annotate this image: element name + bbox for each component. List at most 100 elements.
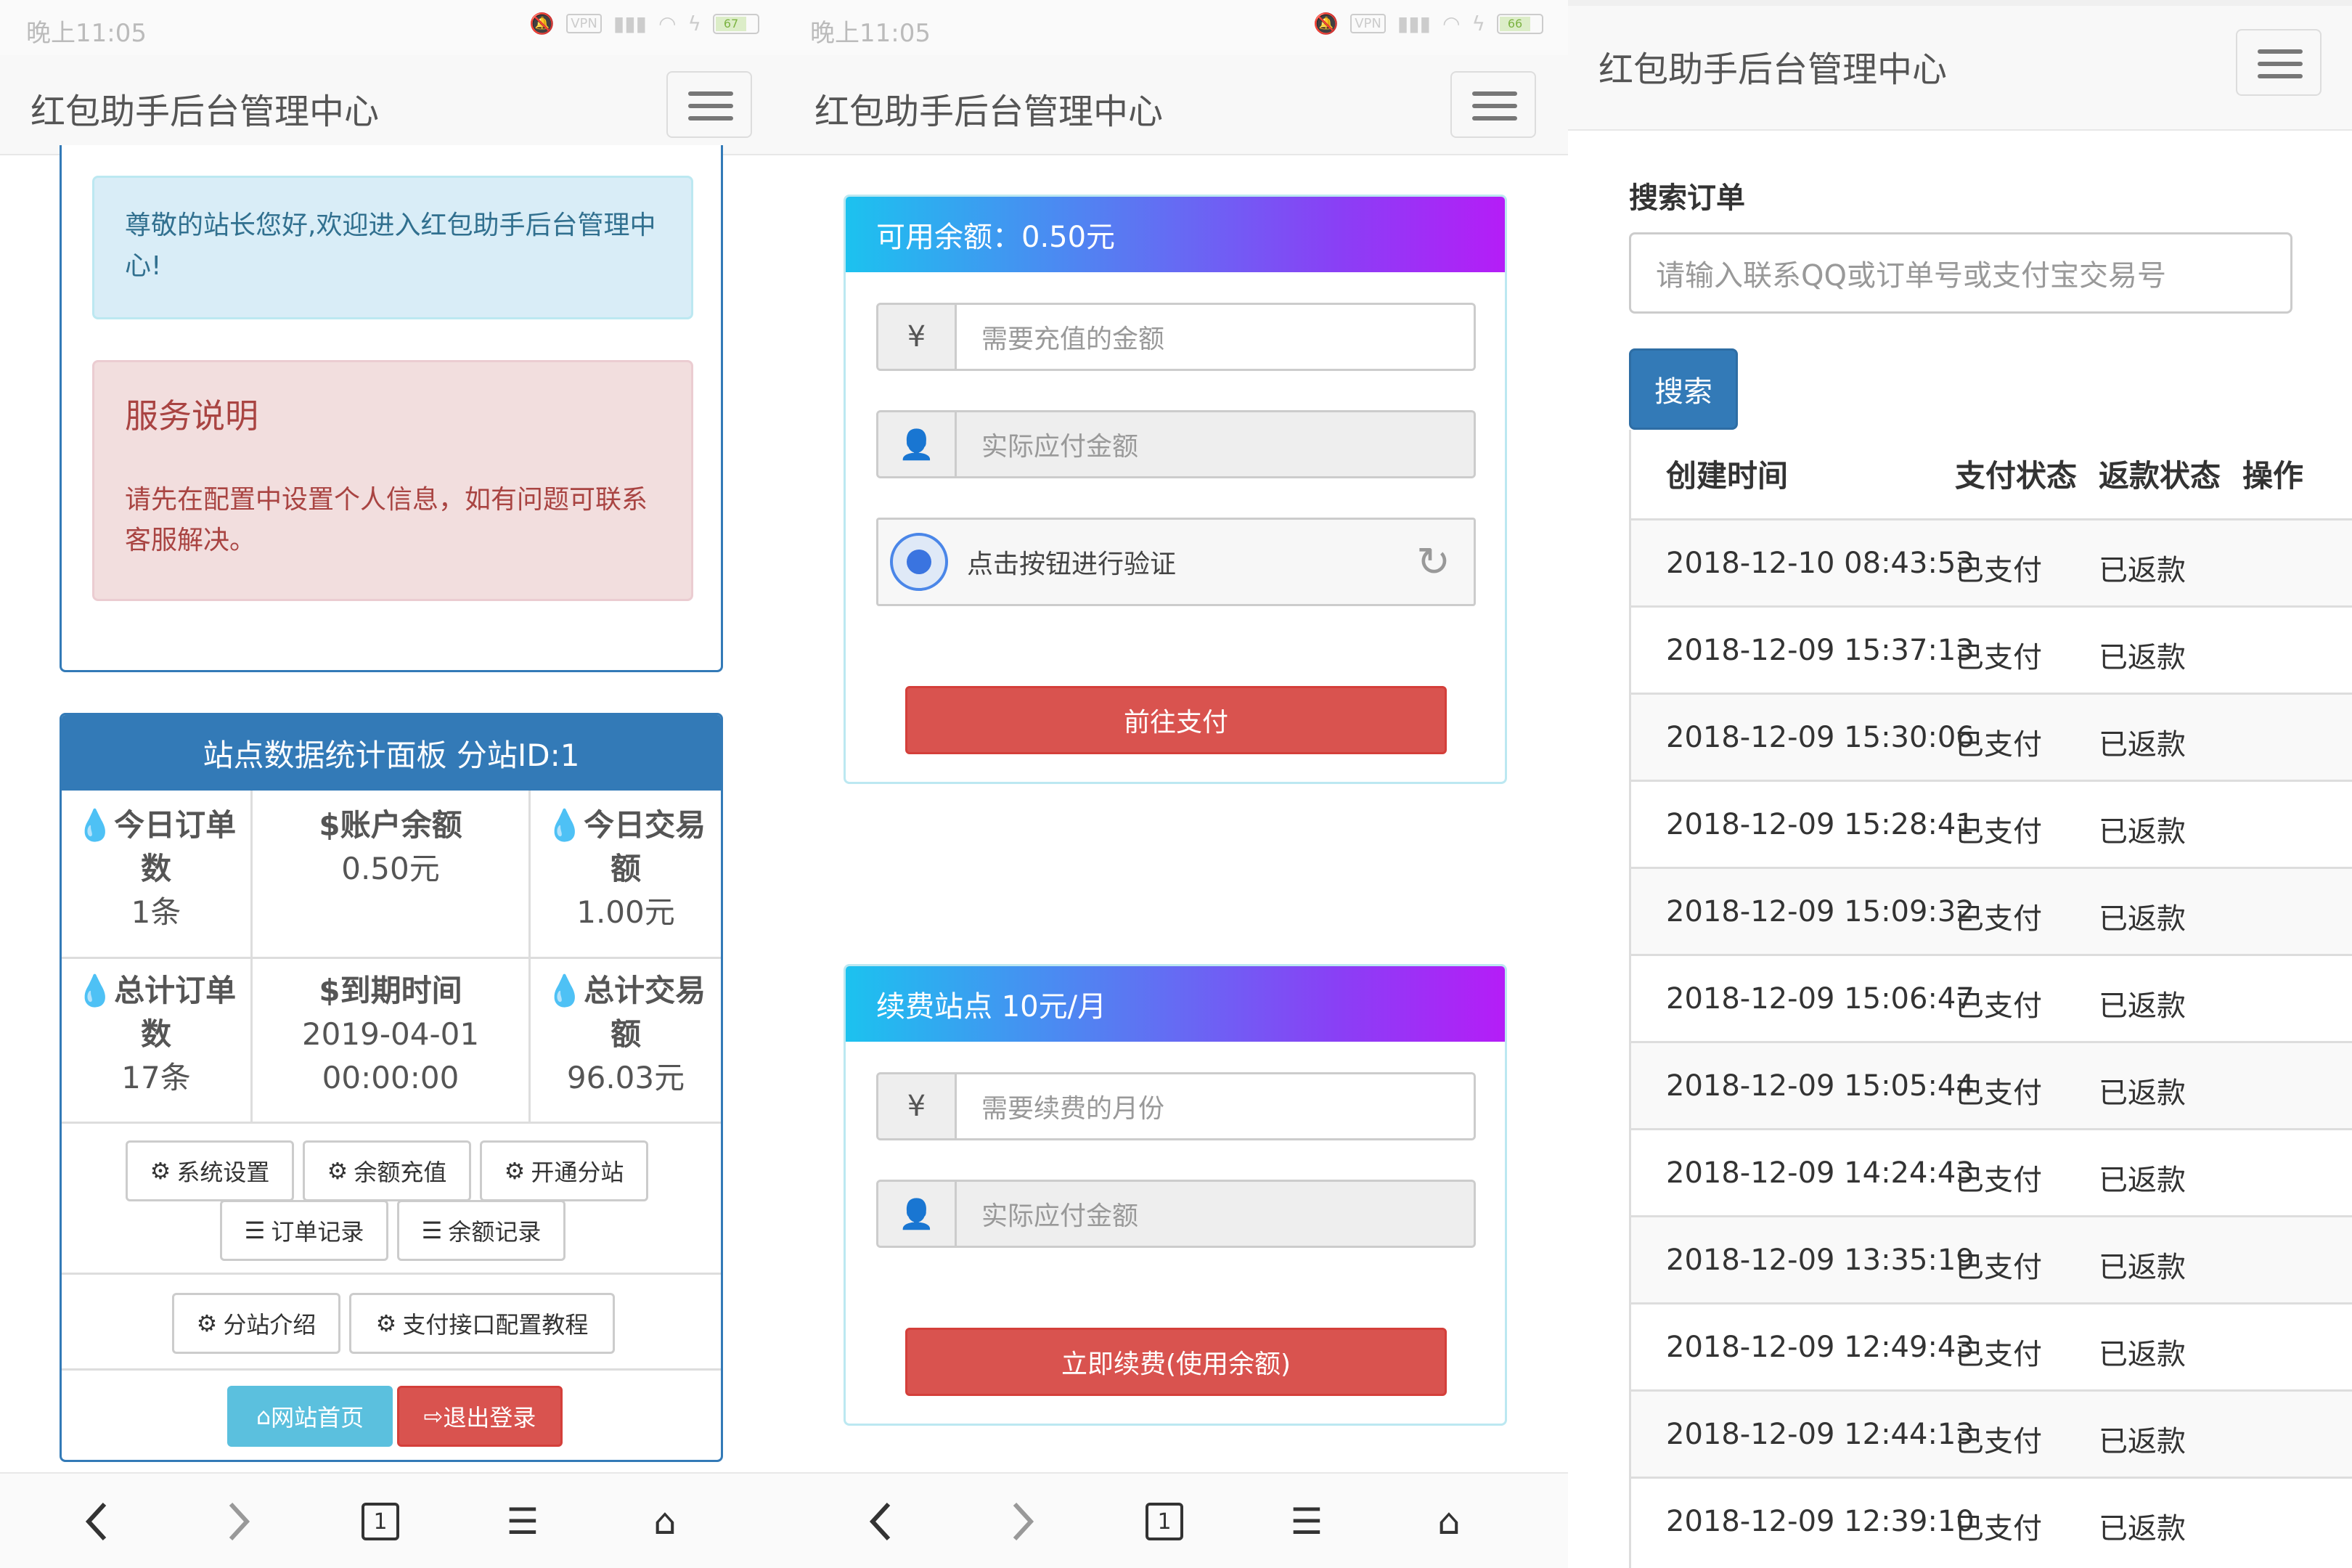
table-row[interactable]: 2018-12-09 15:37:13 已支付 已返款 [1631,605,2352,693]
home-nav-icon[interactable]: ⌂ [642,1498,688,1545]
stat-value: 2019-04-01 00:00:00 [301,1016,480,1095]
stat-value: 1条 [131,894,181,930]
drop-icon: 💧 [75,973,115,1008]
row-pay-status: 已支付 [1955,554,2042,587]
captcha-verify-icon[interactable] [890,533,948,591]
row-refund-status: 已返款 [2099,1077,2186,1110]
status-bar: 晚上11:05 🔕 VPN ▮▮▮ ◠ ϟ 66 [784,0,1568,55]
captcha-widget[interactable]: 点击按钮进行验证 ↻ [876,518,1476,606]
back-icon[interactable] [858,1498,905,1545]
browser-bottom-bar: 1 ☰ ⌂ [0,1472,784,1568]
row-refund-status: 已返款 [2099,815,2186,849]
gear-icon: ⚙ [375,1310,397,1337]
table-row[interactable]: 2018-12-09 15:05:44 已支付 已返款 [1631,1041,2352,1128]
signal-icon: ▮▮▮ [613,12,648,36]
stats-panel: 站点数据统计面板 分站ID:1 💧今日订单数 1条 $账户余额 0.50元 💧今… [60,713,723,1462]
home-icon: ⌂ [256,1402,271,1430]
col-created-time: 创建时间 [1666,458,1789,494]
menu-icon[interactable]: ☰ [499,1498,546,1545]
row-created-time: 2018-12-09 15:28:41 [1666,808,1975,841]
renew-months-input[interactable]: 需要续费的月份 [957,1074,1474,1138]
forward-icon[interactable] [999,1498,1045,1545]
renew-actual-input: 实际应付金额 [957,1182,1474,1246]
table-row[interactable]: 2018-12-10 08:43:53 已支付 已返款 [1631,518,2352,605]
menu-toggle-button[interactable] [1450,71,1536,138]
search-button[interactable]: 搜索 [1629,348,1738,430]
mute-icon: 🔕 [529,12,555,36]
renew-now-button[interactable]: 立即续费(使用余额) [905,1328,1447,1396]
tabs-icon[interactable]: 1 [1141,1498,1188,1545]
brand-title[interactable]: 红包助手后台管理中心 [30,83,379,134]
table-row[interactable]: 2018-12-09 15:06:47 已支付 已返款 [1631,954,2352,1041]
renew-card: 续费站点 10元/月 ¥ 需要续费的月份 👤 实际应付金额 立即续费(使用余额) [844,964,1507,1426]
recharge-card: 可用余额：0.50元 ¥ 需要充值的金额 👤 实际应付金额 点击按钮进行验证 ↻… [844,195,1507,784]
charging-icon: ϟ [687,12,701,36]
substation-intro-button[interactable]: ⚙ 分站介绍 [172,1293,340,1354]
wifi-icon: ◠ [658,12,677,36]
menu-toggle-button[interactable] [666,71,752,138]
recharge-amount-input[interactable]: 需要充值的金额 [957,305,1474,369]
forward-icon[interactable] [215,1498,261,1545]
order-records-button[interactable]: ☰ 订单记录 [220,1200,388,1261]
menu-toggle-button[interactable] [2236,29,2322,96]
tabs-icon[interactable]: 1 [357,1498,404,1545]
row-created-time: 2018-12-09 13:35:19 [1666,1244,1975,1277]
home-button[interactable]: ⌂ 网站首页 [227,1386,393,1447]
welcome-panel: 尊敬的站长您好,欢迎进入红包助手后台管理中心! 服务说明 请先在配置中设置个人信… [60,145,723,672]
row-pay-status: 已支付 [1955,1077,2042,1110]
menu-icon[interactable]: ☰ [1283,1498,1330,1545]
navbar: 红包助手后台管理中心 [1568,0,2352,131]
table-row[interactable]: 2018-12-09 12:49:43 已支付 已返款 [1631,1302,2352,1389]
row-pay-status: 已支付 [1955,1512,2042,1545]
table-row[interactable]: 2018-12-09 14:24:43 已支付 已返款 [1631,1128,2352,1215]
gear-icon: ⚙ [150,1157,171,1185]
row-pay-status: 已支付 [1955,1425,2042,1458]
table-header: 创建时间 支付状态 返款状态 操作 [1631,430,2352,518]
brand-title[interactable]: 红包助手后台管理中心 [1598,41,1947,91]
stat-today-volume: 💧今日交易额 1.00元 [531,804,721,934]
gear-icon: ⚙ [504,1157,526,1185]
table-row[interactable]: 2018-12-09 13:35:19 已支付 已返款 [1631,1215,2352,1302]
battery-icon: 66 [1497,13,1543,34]
open-substation-button[interactable]: ⚙ 开通分站 [480,1140,648,1201]
drop-icon: 💧 [545,973,584,1008]
table-row[interactable]: 2018-12-09 15:30:06 已支付 已返款 [1631,693,2352,780]
row-created-time: 2018-12-09 15:06:47 [1666,982,1975,1016]
row-refund-status: 已返款 [2099,989,2186,1023]
row-created-time: 2018-12-09 15:05:44 [1666,1069,1975,1103]
table-row[interactable]: 2018-12-09 15:09:32 已支付 已返款 [1631,867,2352,954]
balance-recharge-button[interactable]: ⚙ 余额充值 [303,1140,471,1201]
status-time: 晚上11:05 [26,19,147,48]
payment-tutorial-button[interactable]: ⚙ 支付接口配置教程 [349,1293,615,1354]
navbar: 红包助手后台管理中心 [0,55,784,155]
drop-icon: 💧 [75,807,115,843]
system-settings-button[interactable]: ⚙ 系统设置 [126,1140,294,1201]
row-pay-status: 已支付 [1955,641,2042,674]
table-row[interactable]: 2018-12-09 12:44:13 已支付 已返款 [1631,1389,2352,1477]
search-input[interactable]: 请输入联系QQ或订单号或支付宝交易号 [1629,232,2292,314]
col-pay-status: 支付状态 [1955,458,2078,494]
yuan-icon: ¥ [878,305,957,369]
status-time: 晚上11:05 [810,19,931,48]
stat-value: 0.50元 [341,851,440,886]
row-refund-status: 已返款 [2099,728,2186,761]
navbar: 红包助手后台管理中心 [784,55,1568,155]
refresh-icon[interactable]: ↻ [1416,539,1450,586]
status-bar: 晚上11:05 🔕 VPN ▮▮▮ ◠ ϟ 67 [0,0,784,55]
row-pay-status: 已支付 [1955,1164,2042,1197]
table-row[interactable]: 2018-12-09 12:39:10 已支付 已返款 [1631,1477,2352,1564]
stat-label: 今日交易额 [584,807,706,886]
row-refund-status: 已返款 [2099,902,2186,936]
table-row[interactable]: 2018-12-09 15:28:41 已支付 已返款 [1631,780,2352,867]
back-icon[interactable] [74,1498,121,1545]
stat-value: 96.03元 [566,1060,685,1095]
stat-label: 总计订单数 [114,973,237,1052]
home-nav-icon[interactable]: ⌂ [1426,1498,1472,1545]
captcha-text: 点击按钮进行验证 [967,550,1177,579]
go-pay-button[interactable]: 前往支付 [905,686,1447,754]
balance-records-button[interactable]: ☰ 余额记录 [397,1200,565,1261]
brand-title[interactable]: 红包助手后台管理中心 [814,83,1163,134]
logout-button[interactable]: ⇨ 退出登录 [397,1386,563,1447]
renew-title: 续费站点 10元/月 [846,966,1505,1042]
screen-order-search: 红包助手后台管理中心 搜索订单 请输入联系QQ或订单号或支付宝交易号 搜索 创建… [1568,0,2352,1568]
